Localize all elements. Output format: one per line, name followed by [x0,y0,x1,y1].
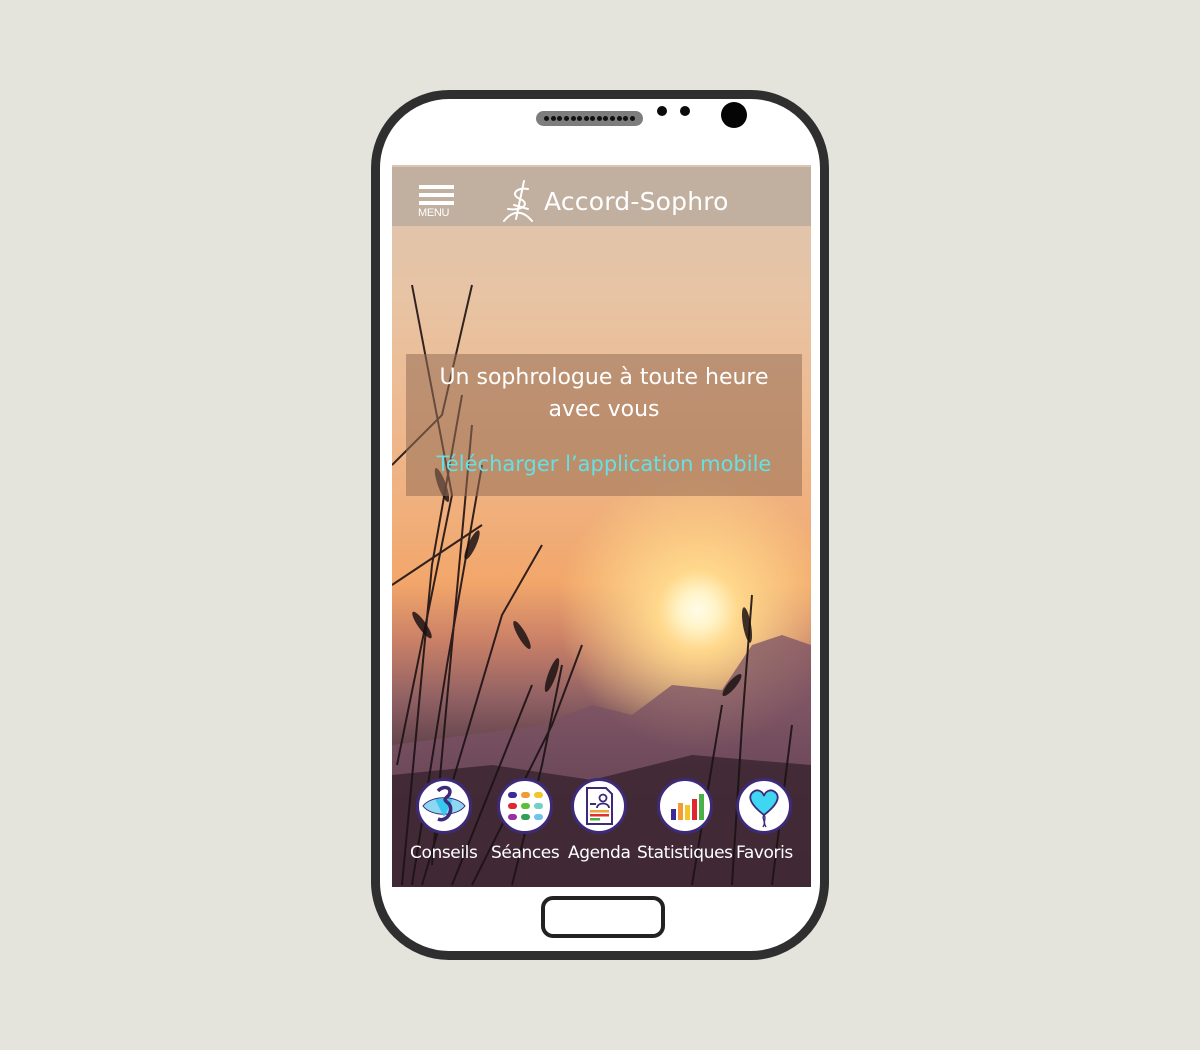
nav-item-seances[interactable]: Séances [491,778,560,863]
phone-sensor [657,106,667,116]
nav-item-conseils[interactable]: Conseils [410,778,478,863]
brand-name: Accord-Sophro [544,186,729,216]
bar-chart-icon [670,794,704,820]
front-camera [721,102,747,128]
menu-label: MENU [418,207,450,219]
nav-item-agenda[interactable]: Agenda [568,778,631,863]
hamburger-icon-bar [419,193,454,197]
download-app-link[interactable]: Télécharger l’application mobile [406,452,802,476]
nav-label: Statistiques [637,843,733,863]
nav-label: Séances [491,843,560,863]
heart-balloon-icon [749,789,779,828]
hero-banner: Un sophrologue à toute heure avec vous T… [406,354,802,496]
nav-icon-circle [415,778,472,834]
nav-item-statistiques[interactable]: Statistiques [637,778,733,863]
phone-speaker [536,111,643,126]
nav-label: Conseils [410,843,478,863]
bottom-navigation: Conseils Séances Agenda Statistiques Fav… [392,778,811,878]
profile-document-icon [586,787,614,825]
home-button[interactable] [541,896,665,938]
phone-sensor [680,106,690,116]
sophro-logo-icon [503,180,533,222]
nav-item-favoris[interactable]: Favoris [736,778,793,863]
hero-tagline: Un sophrologue à toute heure avec vous [439,365,769,422]
nav-icon-circle [736,778,793,834]
nav-label: Agenda [568,843,631,863]
app-header: MENU Accord-Sophro [392,167,811,226]
third-eye-icon [422,785,466,822]
hamburger-icon-bar [419,201,454,205]
menu-button[interactable]: MENU [418,185,456,221]
hamburger-icon [419,185,454,189]
nav-icon-circle [497,778,554,834]
brand-logo[interactable]: Accord-Sophro [502,179,729,223]
nav-icon-circle [571,778,628,834]
grid-dots-icon [508,792,544,820]
app-screen: MENU Accord-Sophro Un sophrologue à tout… [392,165,811,887]
nav-icon-circle [656,778,713,834]
nav-label: Favoris [736,843,793,863]
